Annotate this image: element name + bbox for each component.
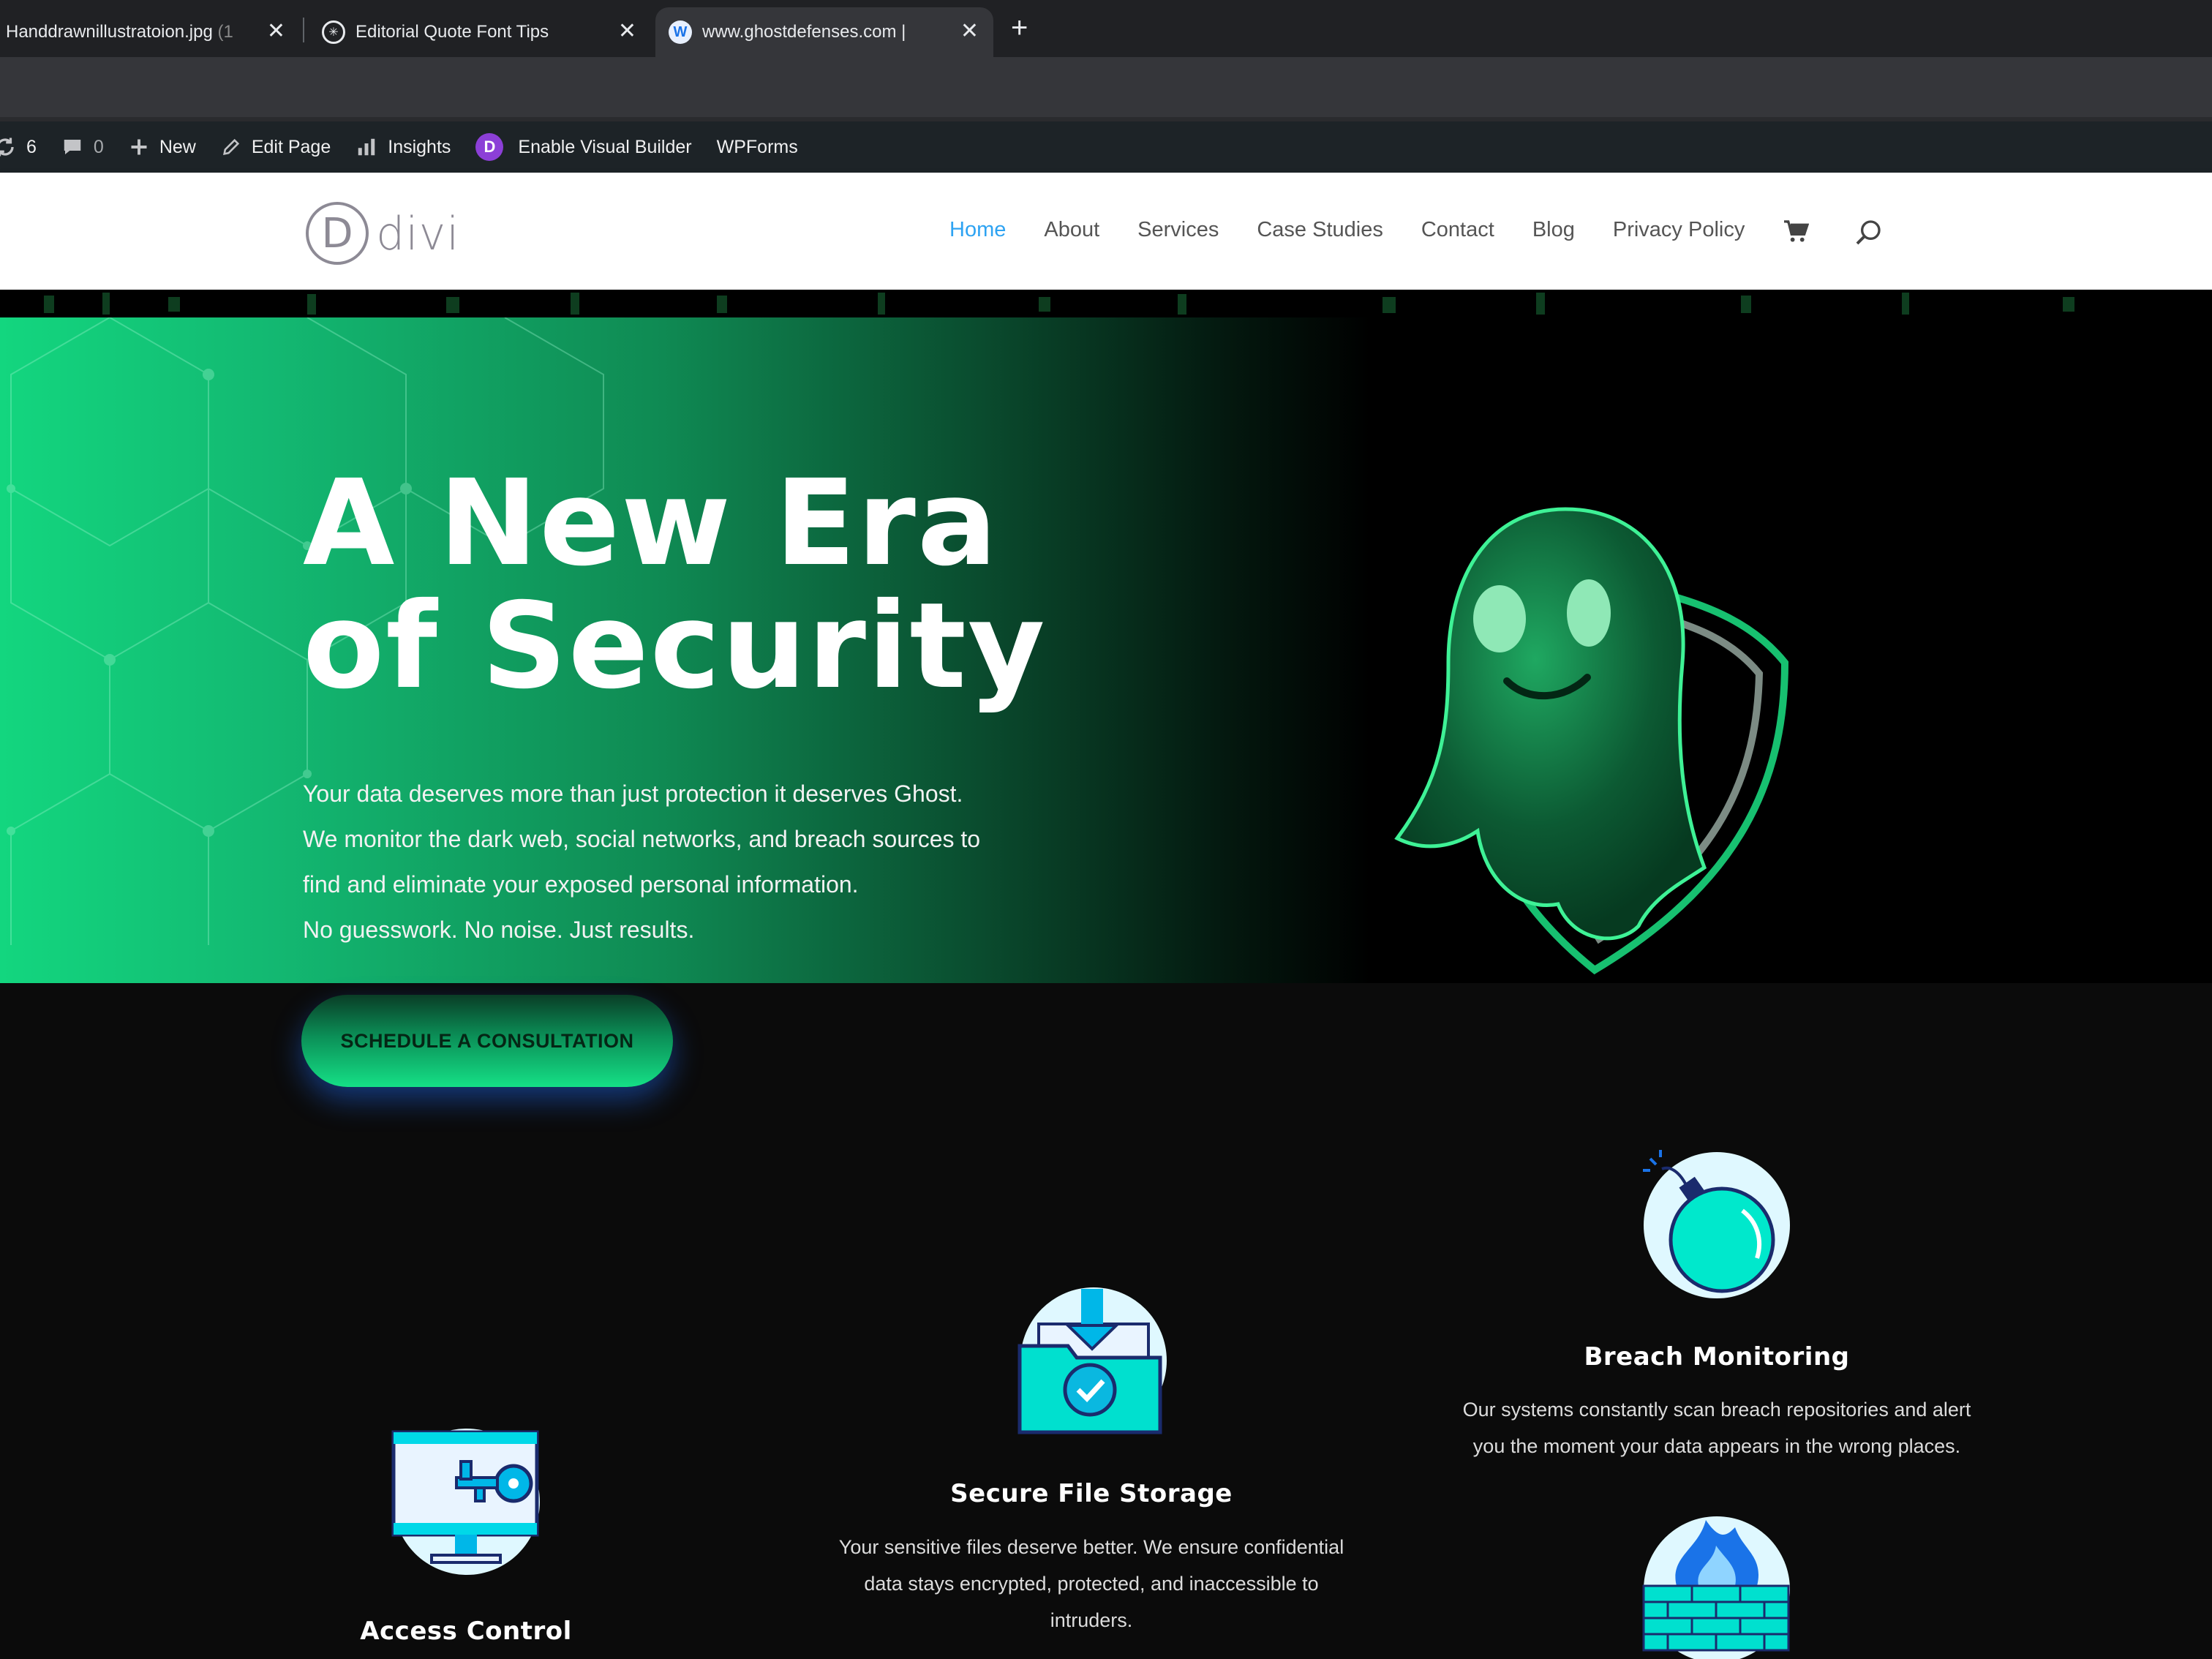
openai-icon: ✳ — [322, 20, 345, 44]
service-title: Breach Monitoring — [1584, 1342, 1850, 1372]
bar-chart-icon — [358, 138, 375, 156]
new-tab-button[interactable]: + — [1011, 12, 1028, 45]
wordpress-icon: W — [669, 20, 692, 44]
address-bar-area[interactable] — [0, 57, 2212, 121]
main-nav: Home About Services Case Studies Contact… — [949, 218, 1783, 242]
service-desc-line: data stays encrypted, protected, and ina… — [864, 1573, 1319, 1595]
close-icon[interactable]: ✕ — [618, 20, 636, 42]
browser-window: Handdrawnillustratoion.jpg (1 ✕ ✳ Editor… — [0, 0, 2212, 1659]
tab-editorial-quote[interactable]: ✳ Editorial Quote Font Tips ✕ — [307, 7, 651, 57]
updates-item[interactable]: 6 — [0, 136, 37, 158]
cart-icon[interactable] — [1783, 219, 1809, 243]
new-label: New — [159, 136, 196, 157]
site-header: D divi Home About Services Case Studies … — [0, 173, 2212, 290]
comment-icon — [64, 140, 81, 154]
insights-label: Insights — [388, 136, 451, 157]
nav-privacy-policy[interactable]: Privacy Policy — [1613, 218, 1745, 242]
hero-description: Your data deserves more than just protec… — [303, 771, 1034, 952]
tab-separator — [303, 18, 304, 42]
edit-page-item[interactable]: Edit Page — [221, 137, 331, 158]
service-title: Access Control — [360, 1617, 572, 1646]
hero-text-line: Your data deserves more than just protec… — [303, 780, 963, 807]
bomb-icon — [1643, 1150, 1790, 1298]
new-item[interactable]: New — [129, 137, 196, 158]
edit-page-label: Edit Page — [251, 136, 331, 157]
nav-case-studies[interactable]: Case Studies — [1257, 218, 1383, 242]
close-icon[interactable]: ✕ — [960, 20, 979, 42]
refresh-icon — [0, 138, 14, 157]
tab-title: Editorial Quote Font Tips — [356, 22, 549, 42]
wpforms-item[interactable]: WPForms — [717, 137, 798, 158]
service-desc-line: Our systems constantly scan breach repos… — [1462, 1399, 1971, 1421]
divi-icon: D — [475, 133, 504, 161]
schedule-consultation-button[interactable]: SCHEDULE A CONSULTATION — [301, 995, 673, 1087]
service-desc-line: Your sensitive files deserve better. We … — [838, 1536, 1344, 1558]
updates-count: 6 — [26, 136, 37, 157]
plus-icon — [131, 139, 147, 155]
tab-ghostdefenses[interactable]: W www.ghostdefenses.com | ✕ — [655, 7, 993, 57]
monitor-key-icon — [391, 1429, 540, 1575]
nav-contact[interactable]: Contact — [1421, 218, 1494, 242]
pencil-icon — [222, 138, 239, 155]
tab-title: www.ghostdefenses.com | — [702, 22, 906, 42]
hero-title-line: A New Era — [303, 455, 999, 592]
service-desc-line: you the moment your data appears in the … — [1472, 1435, 1961, 1457]
wp-admin-bar: 6 0 New Edit Page Insights D Enable Visu… — [0, 121, 2212, 173]
site-logo[interactable]: D divi — [306, 202, 460, 265]
visual-builder-item[interactable]: D Enable Visual Builder — [475, 133, 692, 161]
logo-text: divi — [376, 206, 460, 260]
comments-item[interactable]: 0 — [61, 136, 104, 158]
tab-title: Handdrawnillustratoion.jpg (1 — [6, 22, 233, 42]
service-desc-line: intruders. — [1050, 1609, 1133, 1631]
hero-title: A New Era of Security — [303, 462, 1047, 708]
service-description: Your sensitive files deserve better. We … — [812, 1529, 1371, 1639]
logo-mark: D — [306, 202, 369, 265]
wpforms-label: WPForms — [716, 136, 798, 157]
comments-count: 0 — [93, 136, 104, 157]
tab-strip: Handdrawnillustratoion.jpg (1 ✕ ✳ Editor… — [0, 0, 2212, 57]
firewall-icon — [1642, 1516, 1790, 1659]
hero-section: A New Era of Security Your data deserves… — [0, 290, 2212, 983]
hero-text-line: We monitor the dark web, social networks… — [303, 826, 981, 852]
nav-about[interactable]: About — [1044, 218, 1099, 242]
visual-builder-label: Enable Visual Builder — [518, 136, 692, 157]
service-description: Our systems constantly scan breach repos… — [1441, 1391, 1993, 1464]
nav-home[interactable]: Home — [949, 218, 1006, 242]
insights-item[interactable]: Insights — [356, 136, 451, 158]
hero-text-line: No guesswork. No noise. Just results. — [303, 917, 695, 943]
hero-title-line: of Security — [303, 578, 1047, 715]
nav-services[interactable]: Services — [1137, 218, 1219, 242]
matrix-code-strip — [44, 293, 2074, 315]
close-icon[interactable]: ✕ — [267, 20, 285, 42]
nav-blog[interactable]: Blog — [1532, 218, 1575, 242]
hero-text-line: find and eliminate your exposed personal… — [303, 871, 859, 898]
tab-image-file[interactable]: Handdrawnillustratoion.jpg (1 ✕ — [0, 7, 300, 57]
service-title: Secure File Storage — [950, 1479, 1233, 1508]
search-icon[interactable] — [1854, 218, 1883, 247]
folder-check-icon — [1017, 1287, 1167, 1434]
ghost-shield-illustration — [1394, 507, 1789, 975]
